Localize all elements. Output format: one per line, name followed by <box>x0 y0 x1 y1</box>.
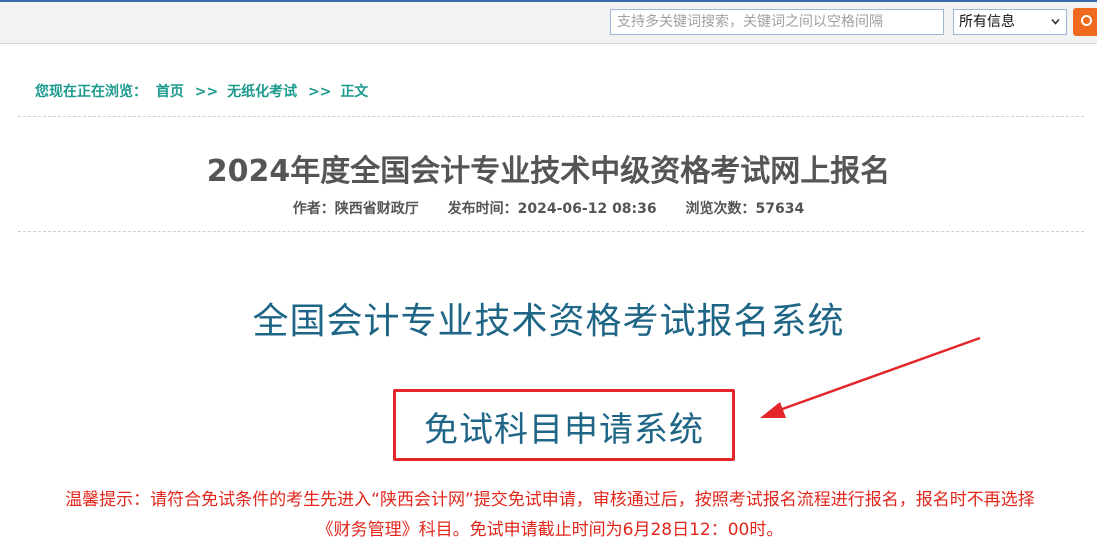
top-accent-line <box>0 0 1097 2</box>
search-icon <box>1081 15 1092 26</box>
breadcrumb-current: 正文 <box>340 84 369 100</box>
author-value: 陕西省财政厅 <box>334 201 419 217</box>
time-label: 发布时间： <box>447 201 518 217</box>
author-label: 作者： <box>292 201 335 217</box>
search-scope-value: 所有信息 <box>959 14 1015 30</box>
time-value: 2024-06-12 08:36 <box>517 201 657 217</box>
chevron-down-icon <box>1051 18 1060 25</box>
breadcrumb-home-link[interactable]: 首页 <box>156 84 184 100</box>
breadcrumb-section-link[interactable]: 无纸化考试 <box>227 84 297 100</box>
top-search-bar: 所有信息 <box>0 0 1097 44</box>
search-input[interactable] <box>610 9 944 35</box>
breadcrumb-separator: >> <box>307 84 332 100</box>
breadcrumb: 您现在正在浏览： 首页 >> 无纸化考试 >> 正文 <box>35 81 372 101</box>
notice-text: 温馨提示：请符合免试条件的考生先进入“陕西会计网”提交免试申请，审核通过后，按照… <box>20 485 1080 545</box>
notice-line-1: 温馨提示：请符合免试条件的考生先进入“陕西会计网”提交免试申请，审核通过后，按照… <box>65 490 1035 510</box>
article-views: 浏览次数：57634 <box>686 201 805 217</box>
red-arrow-annotation <box>760 336 981 418</box>
article-publish-time: 发布时间：2024-06-12 08:36 <box>448 201 657 217</box>
search-scope-select[interactable]: 所有信息 <box>953 9 1067 35</box>
breadcrumb-prefix: 您现在正在浏览： <box>35 84 147 100</box>
divider <box>18 231 1084 232</box>
page-title: 2024年度全国会计专业技术中级资格考试网上报名 <box>206 154 891 189</box>
article-author: 作者：陕西省财政厅 <box>293 201 419 217</box>
exempt-subject-application-link[interactable]: 免试科目申请系统 <box>396 402 732 451</box>
search-button[interactable] <box>1073 8 1097 36</box>
article-meta: 作者：陕西省财政厅 发布时间：2024-06-12 08:36 浏览次数：576… <box>0 198 1097 218</box>
views-value: 57634 <box>755 201 805 217</box>
breadcrumb-separator: >> <box>194 84 219 100</box>
notice-line-2: 《财务管理》科目。免试申请截止时间为6月28日12：00时。 <box>316 520 784 540</box>
views-label: 浏览次数： <box>685 201 756 217</box>
divider <box>18 116 1084 117</box>
exempt-system-highlight-box: 免试科目申请系统 <box>393 389 735 461</box>
